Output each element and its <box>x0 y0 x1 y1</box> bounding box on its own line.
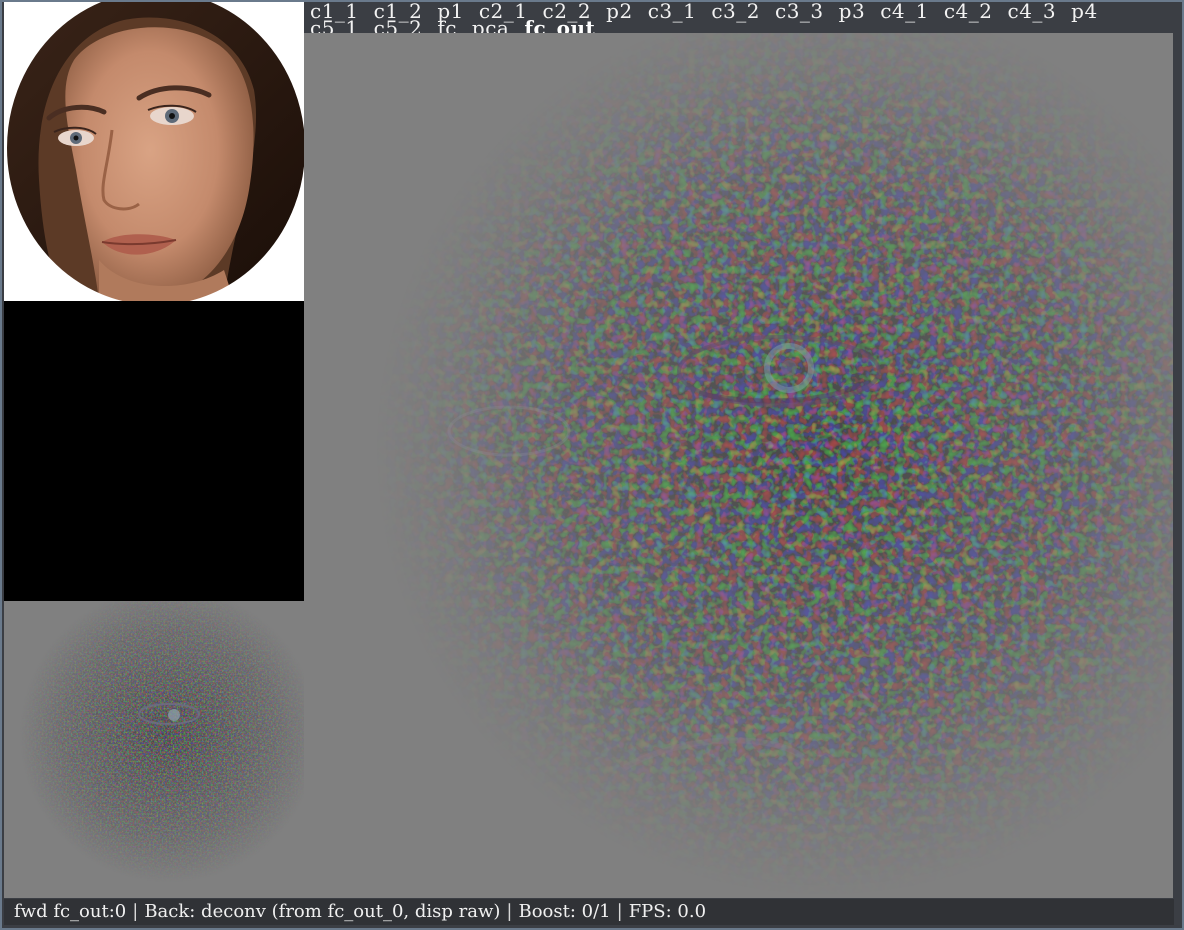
layer-c3-2[interactable]: c3_2 <box>711 1 760 21</box>
layer-selector-bar: c1_1 c1_2 p1 c2_1 c2_2 p2 c3_1 c3_2 c3_3… <box>304 0 1180 33</box>
status-separator: | <box>132 901 139 922</box>
layer-pca[interactable]: pca <box>472 18 509 33</box>
layer-p2[interactable]: p2 <box>606 1 633 21</box>
blank-activation-pane <box>4 301 304 601</box>
status-boost: Boost: 0/1 <box>518 901 611 922</box>
layer-row-1: c1_1 c1_2 p1 c2_1 c2_2 p2 c3_1 c3_2 c3_3… <box>304 1 1098 21</box>
layer-p4[interactable]: p4 <box>1071 1 1098 21</box>
layer-row-2: c5_1 c5_2 fc pca fc_out <box>304 18 595 33</box>
input-face-photo <box>4 0 304 301</box>
layer-fc[interactable]: fc <box>437 18 457 33</box>
layer-c4-3[interactable]: c4_3 <box>1008 1 1057 21</box>
status-back: Back: deconv (from fc_out_0, disp raw) <box>144 901 501 922</box>
deepvis-window: c1_1 c1_2 p1 c2_1 c2_2 p2 c3_1 c3_2 c3_3… <box>0 0 1184 930</box>
layer-c3-3[interactable]: c3_3 <box>775 1 824 21</box>
deconv-main-pane[interactable] <box>304 33 1173 898</box>
input-image-pane <box>4 0 304 301</box>
layer-c3-1[interactable]: c3_1 <box>648 1 697 21</box>
layer-c5-2[interactable]: c5_2 <box>374 18 423 33</box>
status-forward: fwd fc_out:0 <box>14 901 127 922</box>
status-separator: | <box>616 901 623 922</box>
deconv-main-image <box>304 33 1173 898</box>
layer-c5-1[interactable]: c5_1 <box>310 18 359 33</box>
right-edge-strip <box>1173 33 1182 899</box>
status-separator: | <box>506 901 513 922</box>
deconv-thumbnail-pane <box>4 601 304 898</box>
deconv-thumbnail-image <box>4 601 304 898</box>
status-bar: fwd fc_out:0 | Back: deconv (from fc_out_0… <box>4 899 1174 925</box>
layer-c4-2[interactable]: c4_2 <box>944 1 993 21</box>
status-fps: FPS: 0.0 <box>628 901 707 922</box>
layer-c4-1[interactable]: c4_1 <box>880 1 929 21</box>
layer-fc-out[interactable]: fc_out <box>524 18 595 33</box>
layer-p3[interactable]: p3 <box>839 1 866 21</box>
